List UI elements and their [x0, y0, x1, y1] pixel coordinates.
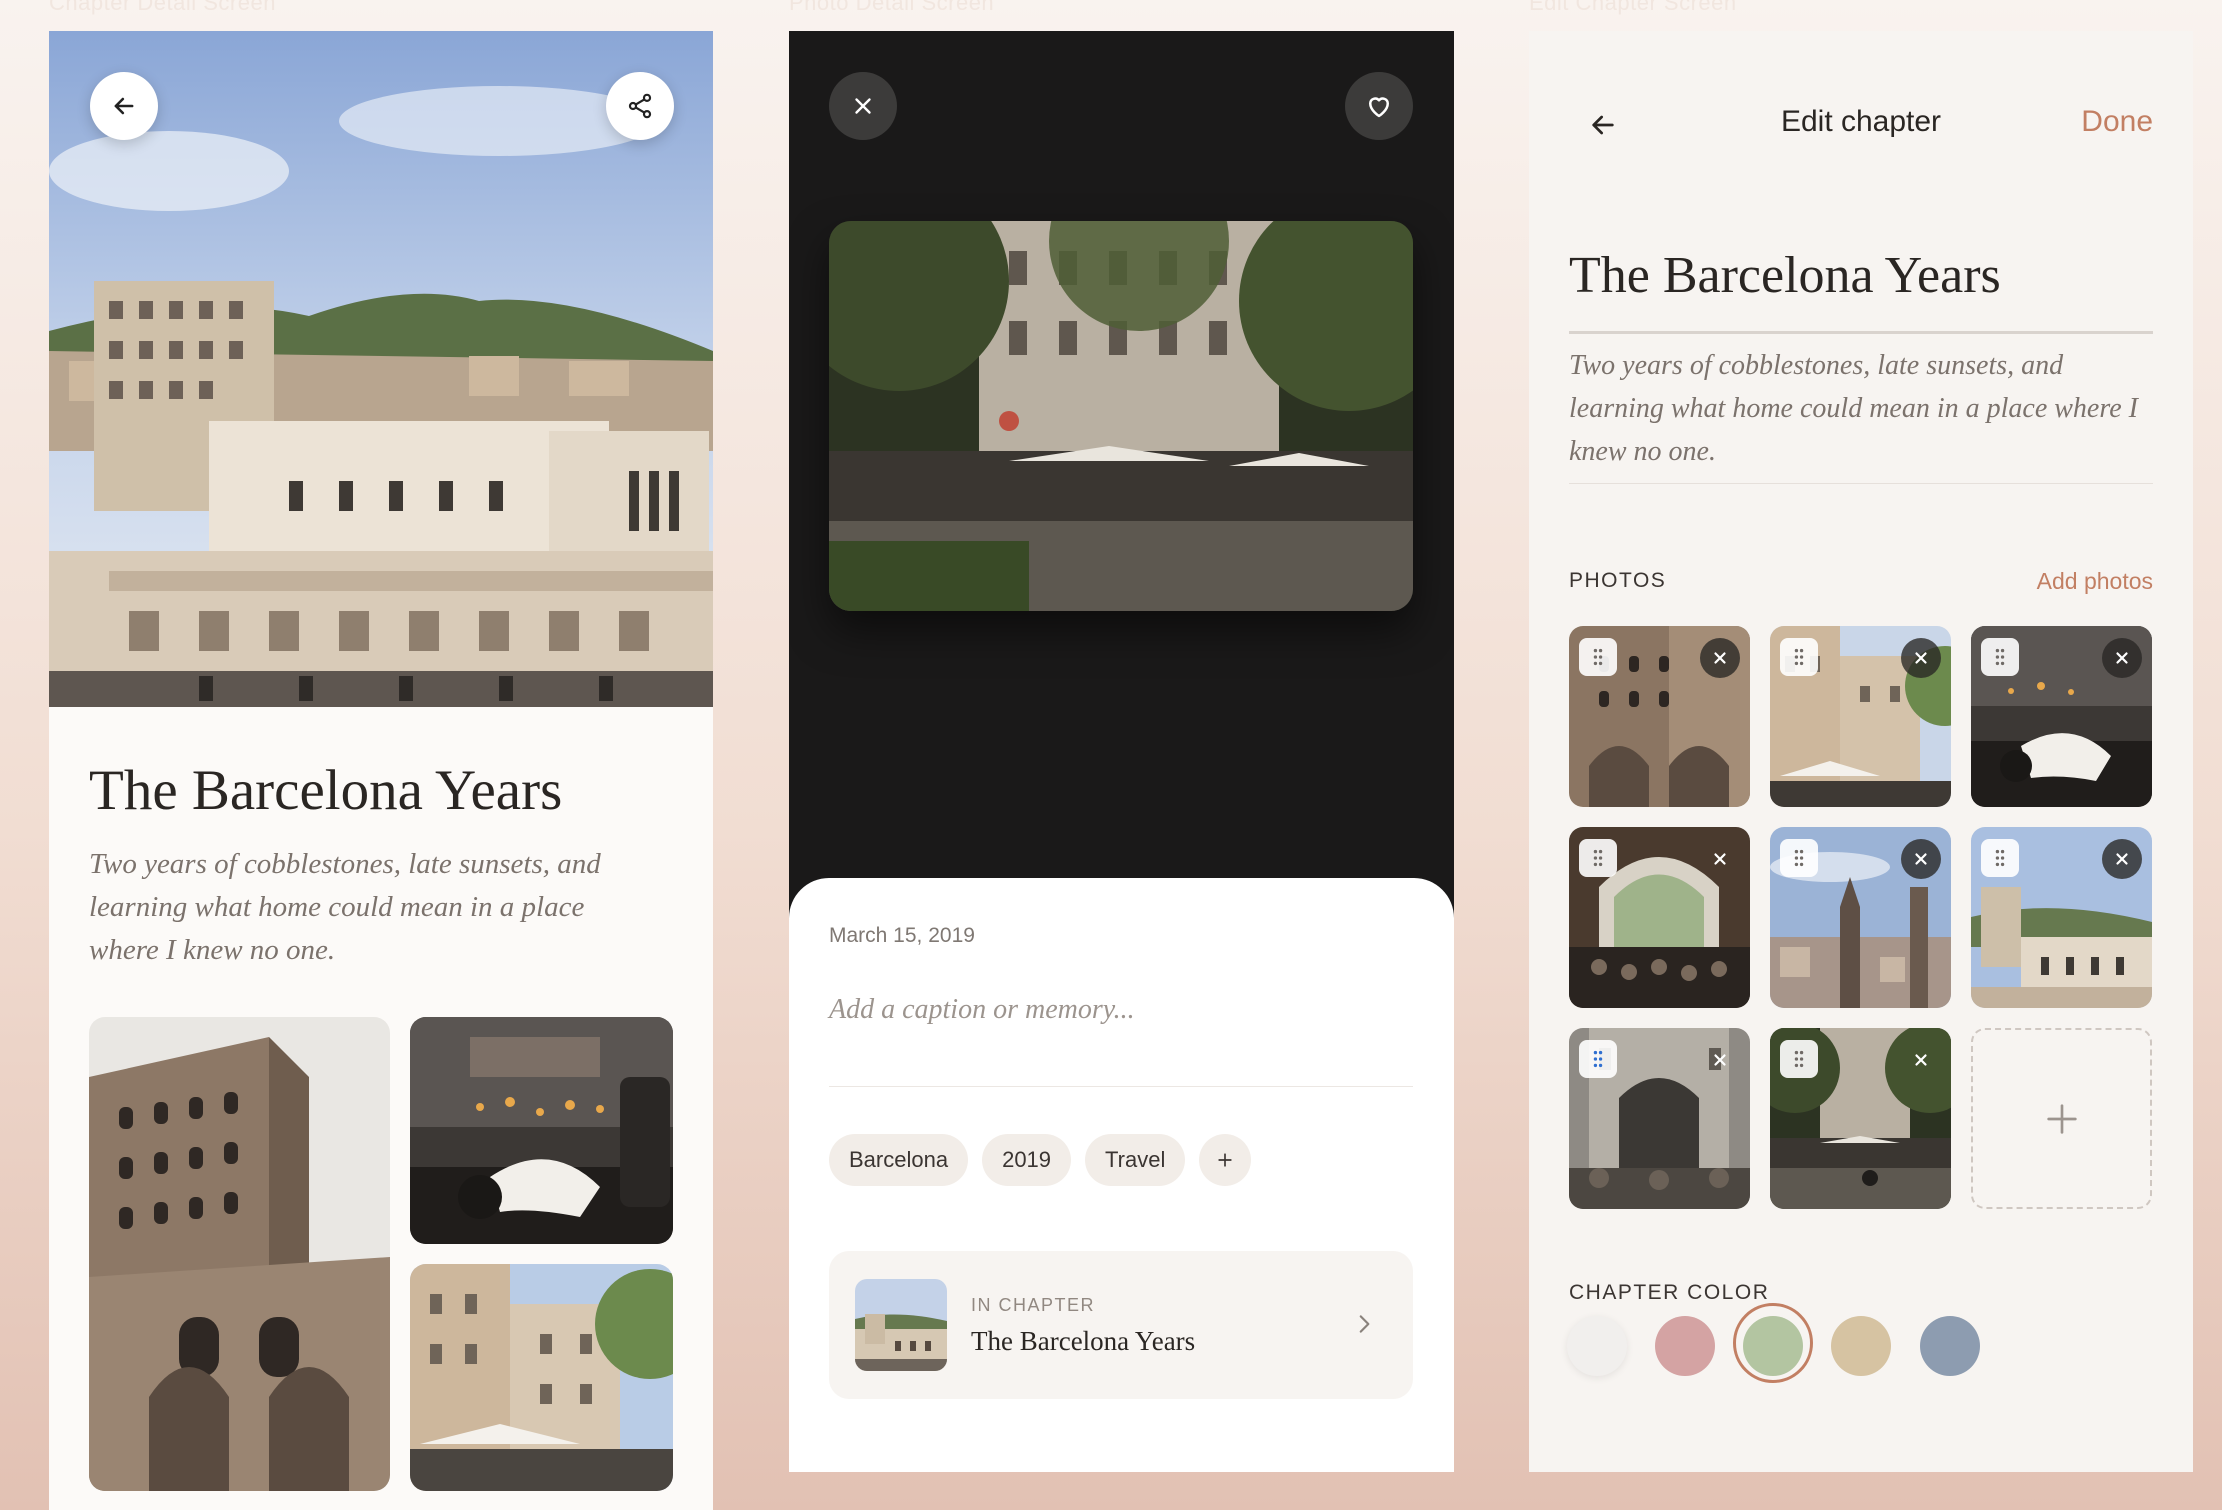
drag-handle-icon [1794, 1050, 1804, 1068]
color-swatch[interactable] [1920, 1316, 1980, 1376]
caption-input[interactable]: Add a caption or memory... [829, 994, 1135, 1026]
photo-tile-cafe-sign[interactable] [410, 1017, 673, 1244]
drag-handle-icon [1593, 1050, 1603, 1068]
grid-photo[interactable] [1569, 626, 1750, 807]
screen-label-photo-detail: Photo Detail Screen [789, 0, 995, 15]
add-tag-button[interactable] [1199, 1134, 1252, 1186]
remove-photo-button[interactable] [1901, 1040, 1941, 1080]
drag-handle-icon [1794, 849, 1804, 867]
photo-date: March 15, 2019 [829, 924, 975, 947]
chapter-description: Two years of cobblestones, late sunsets,… [89, 848, 601, 966]
description-field[interactable]: Two years of cobblestones, late sunsets,… [1569, 344, 2153, 473]
drag-handle-icon [1794, 648, 1804, 666]
main-photo[interactable] [829, 221, 1413, 611]
remove-photo-button[interactable] [1700, 638, 1740, 678]
close-icon [1714, 853, 1726, 865]
photo-detail-screen: March 15, 2019 Add a caption or memory..… [789, 31, 1454, 1472]
color-section-label: CHAPTER COLOR [1569, 1281, 1770, 1304]
color-swatch[interactable] [1831, 1316, 1891, 1376]
title-underline [1569, 331, 2153, 334]
color-swatch[interactable] [1743, 1316, 1803, 1376]
plus-icon [2046, 1103, 2077, 1134]
drag-handle[interactable] [1981, 839, 2019, 877]
tag-list: Barcelona 2019 Travel [829, 1134, 1252, 1186]
grid-photo[interactable] [1770, 626, 1951, 807]
plus-icon [1218, 1153, 1233, 1167]
remove-photo-button[interactable] [2102, 638, 2142, 678]
screen-label-chapter-detail: Chapter Detail Screen [49, 0, 276, 15]
remove-photo-button[interactable] [1700, 839, 1740, 879]
photo-info-sheet: March 15, 2019 Add a caption or memory..… [789, 878, 1454, 1472]
remove-photo-button[interactable] [2102, 839, 2142, 879]
drag-handle[interactable] [1780, 1040, 1818, 1078]
heart-icon [1369, 97, 1389, 118]
tag-chip[interactable]: Travel [1085, 1134, 1186, 1186]
add-photo-tile[interactable] [1971, 1028, 2152, 1209]
done-button[interactable]: Done [2081, 105, 2153, 139]
close-icon [1714, 652, 1726, 664]
add-photos-link[interactable]: Add photos [2037, 568, 2153, 595]
close-icon [1915, 853, 1927, 865]
chapter-detail-screen: The Barcelona Years Two years of cobbles… [49, 31, 713, 1510]
close-button[interactable] [829, 72, 897, 140]
chevron-right-icon [1359, 1315, 1370, 1333]
chapter-link-card[interactable]: IN CHAPTER The Barcelona Years [829, 1251, 1413, 1399]
grid-photo[interactable] [1971, 827, 2152, 1008]
edit-chapter-screen: Edit chapter Done The Barcelona Years Tw… [1529, 31, 2193, 1472]
close-icon [855, 98, 871, 114]
tag-chip[interactable]: 2019 [982, 1134, 1072, 1186]
close-icon [1714, 1054, 1726, 1066]
screen-label-edit-chapter: Edit Chapter Screen [1529, 0, 1737, 15]
chapter-thumbnail [855, 1279, 947, 1371]
drag-handle[interactable] [1780, 638, 1818, 676]
remove-photo-button[interactable] [1901, 839, 1941, 879]
favorite-button[interactable] [1345, 72, 1413, 140]
grid-photo[interactable] [1971, 626, 2152, 807]
drag-handle[interactable] [1780, 839, 1818, 877]
drag-handle[interactable] [1981, 638, 2019, 676]
description-underline [1569, 483, 2153, 484]
color-swatch[interactable] [1655, 1316, 1715, 1376]
grid-photo[interactable] [1569, 1028, 1750, 1209]
remove-photo-button[interactable] [1700, 1040, 1740, 1080]
drag-handle-icon [1995, 648, 2005, 666]
grid-photo[interactable] [1770, 1028, 1951, 1209]
chapter-title: The Barcelona Years [89, 759, 563, 822]
back-button[interactable] [90, 72, 158, 140]
drag-handle-icon [1995, 849, 2005, 867]
arrow-left-icon [114, 97, 134, 115]
drag-handle[interactable] [1579, 839, 1617, 877]
color-swatch[interactable] [1567, 1316, 1627, 1376]
divider [829, 1086, 1413, 1087]
close-icon [1915, 1054, 1927, 1066]
tag-chip[interactable]: Barcelona [829, 1134, 969, 1186]
hero-photo[interactable] [49, 31, 713, 707]
title-field[interactable]: The Barcelona Years [1569, 246, 2001, 305]
share-icon [628, 93, 652, 119]
grid-photo[interactable] [1770, 827, 1951, 1008]
photo-tile-street[interactable] [410, 1264, 673, 1491]
close-icon [1915, 652, 1927, 664]
close-icon [2116, 652, 2128, 664]
chapter-eyebrow: IN CHAPTER [971, 1295, 1096, 1315]
drag-handle[interactable] [1579, 638, 1617, 676]
remove-photo-button[interactable] [1901, 638, 1941, 678]
share-button[interactable] [606, 72, 674, 140]
photo-tile-tower[interactable] [89, 1017, 390, 1491]
chapter-name: The Barcelona Years [971, 1326, 1196, 1356]
drag-handle-icon [1593, 849, 1603, 867]
drag-handle[interactable] [1579, 1040, 1617, 1078]
photos-section-label: PHOTOS [1569, 569, 1667, 592]
close-icon [2116, 853, 2128, 865]
drag-handle-icon [1593, 648, 1603, 666]
grid-photo[interactable] [1569, 827, 1750, 1008]
